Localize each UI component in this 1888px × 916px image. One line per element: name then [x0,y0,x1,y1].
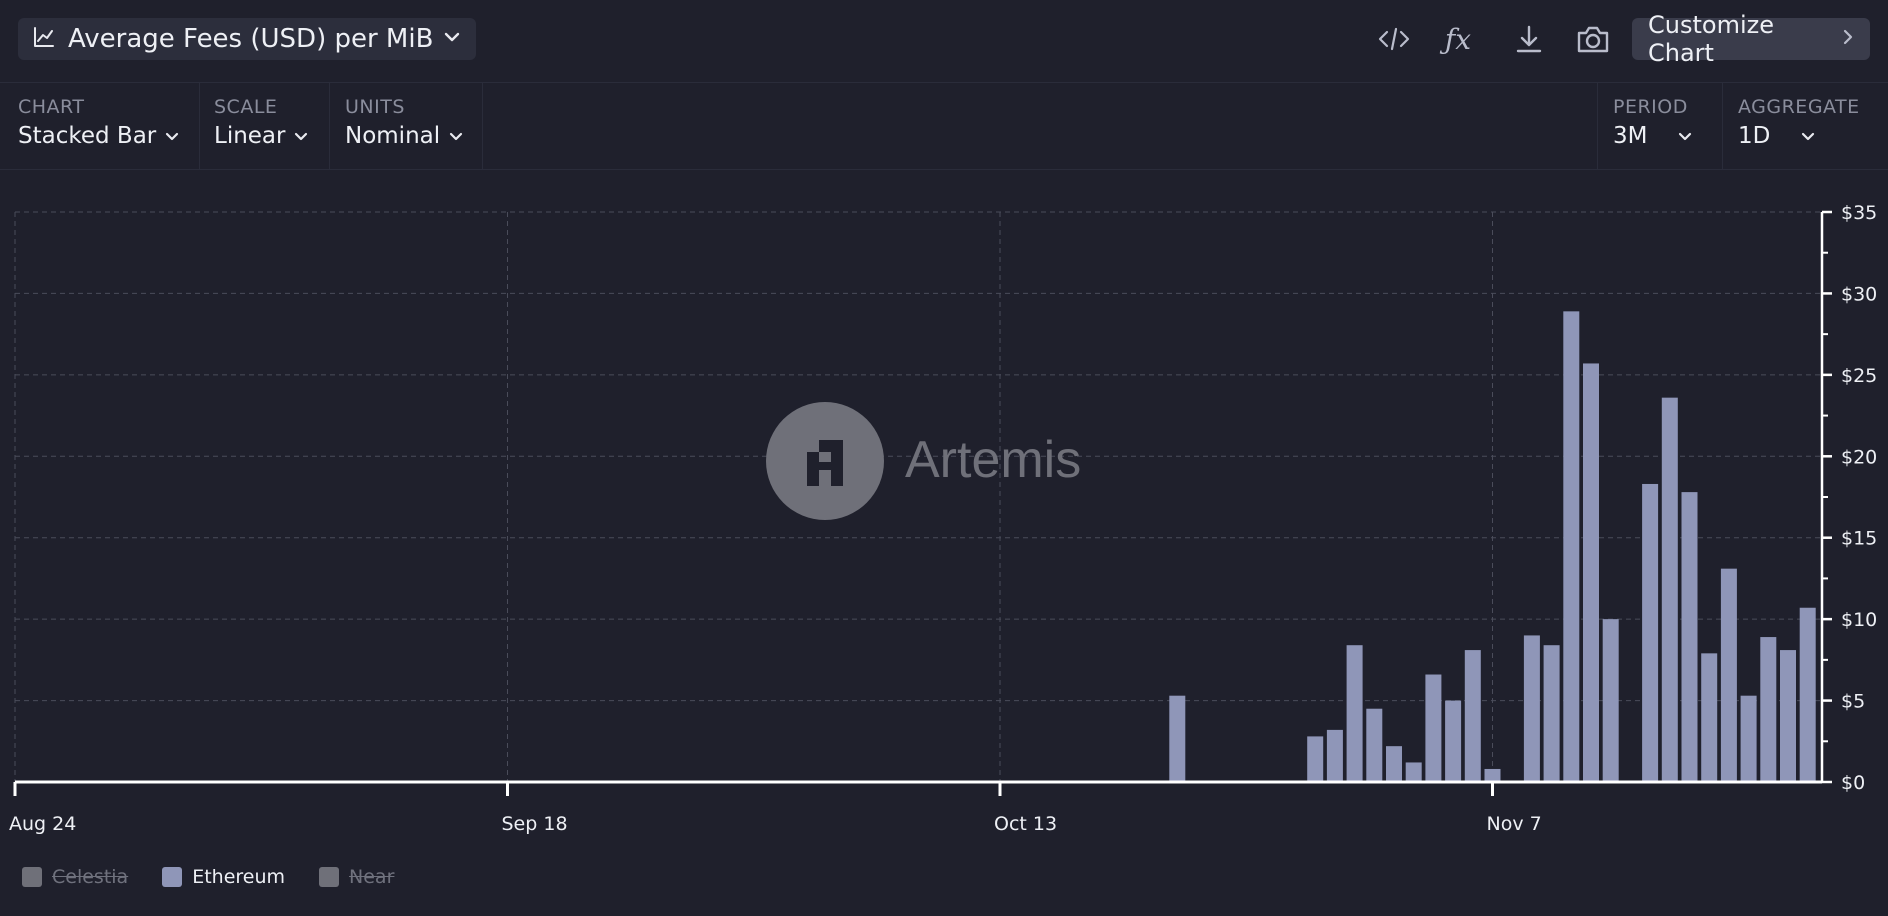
chevron-down-icon [166,132,179,141]
bar [1661,397,1678,782]
legend-swatch [319,867,340,887]
chevron-down-icon [442,27,462,51]
aggregate-label: AGGREGATE [1738,96,1860,118]
chart-legend: Celestia Ethereum Near [22,866,428,888]
bar [1445,700,1462,782]
y-tick-label: $0 [1841,772,1865,794]
chart-controls: CHART Stacked Bar SCALE Linear UNITS Nom… [0,83,1888,170]
artemis-watermark-text: Artemis [905,431,1081,489]
chevron-down-icon [1802,132,1815,141]
bar [1563,311,1580,782]
legend-label: Celestia [52,866,129,888]
y-tick-label: $20 [1841,446,1877,468]
y-tick-label: $5 [1841,691,1865,713]
scale-select[interactable]: SCALE Linear [196,83,330,169]
legend-swatch [162,867,183,887]
download-icon[interactable] [1509,20,1549,58]
chart-type-select[interactable]: CHART Stacked Bar [0,83,200,169]
bar [1642,483,1659,782]
scale-label: SCALE [214,96,278,118]
chart-header: Average Fees (USD) per MiB ƒx Customize … [0,0,1888,83]
bar [1602,619,1619,782]
line-chart-icon [32,25,56,53]
metric-title: Average Fees (USD) per MiB [68,24,434,54]
bar [1760,637,1777,782]
bar [1169,695,1186,782]
chevron-right-icon [1842,27,1854,52]
legend-item-near[interactable]: Near [319,866,394,888]
bar [1583,363,1599,782]
units-select[interactable]: UNITS Nominal [327,83,483,169]
chart-type-label: CHART [18,96,85,118]
bar [1720,568,1737,782]
aggregate-value: 1D [1738,123,1771,149]
bar [1366,708,1383,782]
period-label: PERIOD [1613,96,1688,118]
bar [1484,768,1501,782]
bar [1386,746,1402,782]
artemis-watermark: Artemis [766,402,1081,520]
bar-chart: Artemis $0 $5 $10 $15 $20 $25 $30 $35 Aug 24 Sep … [9,202,1877,835]
bar [1307,736,1324,782]
units-label: UNITS [345,96,405,118]
aggregate-select[interactable]: AGGREGATE 1D [1723,83,1888,169]
legend-item-celestia[interactable]: Celestia [22,866,128,888]
bar [1799,607,1816,782]
metric-selector[interactable]: Average Fees (USD) per MiB [18,18,476,60]
bar [1543,645,1560,782]
x-tick-label: Aug 24 [9,813,76,835]
chevron-down-icon [450,132,463,141]
customize-chart-label: Customize Chart [1648,11,1774,67]
code-icon[interactable] [1374,20,1414,58]
bar [1701,653,1718,782]
bar [1740,695,1757,782]
bar [1405,762,1422,782]
x-tick-label: Oct 13 [994,813,1057,835]
bar [1346,645,1363,782]
scale-value: Linear [214,123,286,149]
bar [1464,650,1481,782]
chevron-down-icon [1679,132,1692,141]
chevron-down-icon [295,132,308,141]
bar [1523,635,1540,782]
bar [1425,674,1442,782]
period-value: 3M [1613,123,1648,149]
chart-type-value: Stacked Bar [18,123,157,149]
artemis-logo-icon [766,402,884,520]
fx-icon[interactable]: ƒx [1438,20,1478,58]
legend-label: Ethereum [192,866,286,888]
legend-item-ethereum[interactable]: Ethereum [162,866,285,888]
x-tick-label: Sep 18 [502,813,568,835]
bar [1326,729,1343,782]
y-tick-label: $15 [1841,528,1877,550]
camera-icon[interactable] [1573,20,1613,58]
legend-swatch [22,867,42,887]
period-select[interactable]: PERIOD 3M [1597,83,1723,169]
y-tick-label: $25 [1841,365,1877,387]
legend-label: Near [349,866,395,888]
y-tick-label: $30 [1841,283,1877,305]
bar [1780,650,1796,782]
x-tick-label: Nov 7 [1487,813,1542,835]
customize-chart-button[interactable]: Customize Chart [1632,11,1870,67]
y-tick-label: $10 [1841,609,1877,631]
bar [1681,492,1698,782]
units-value: Nominal [345,123,441,149]
y-tick-label: $35 [1841,202,1877,224]
